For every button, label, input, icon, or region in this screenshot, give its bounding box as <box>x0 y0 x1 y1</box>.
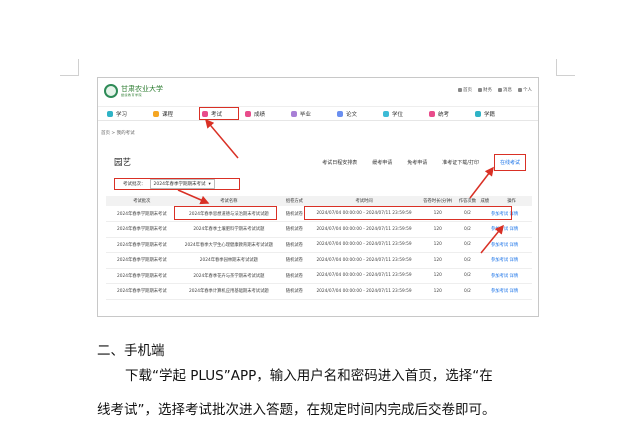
arrow-to-take-exam <box>480 224 504 254</box>
embedded-screenshot: 甘肃农业大学 继续教育学院 首页 财务 消息 个人 学习 课程 考试 成绩 毕业… <box>97 77 539 317</box>
arrow-to-exam-nav <box>205 118 239 159</box>
annotation-arrows <box>177 118 504 254</box>
page-margin-mark <box>556 59 557 76</box>
arrow-to-online-tab <box>469 166 494 199</box>
page-margin-mark <box>78 59 79 76</box>
page-margin-mark <box>556 75 575 76</box>
arrow-to-exam-name <box>177 189 210 205</box>
page-margin-mark <box>60 75 79 76</box>
paragraph-line-1: 下载“学起 PLUS”APP，输入用户名和密码进入首页，选择“在 <box>125 368 493 384</box>
paragraph-line-2: 线考试”，选择考试批次进入答题，在规定时间内完成后交卷即可。 <box>97 402 496 418</box>
section-heading: 二、手机端 <box>97 343 165 359</box>
